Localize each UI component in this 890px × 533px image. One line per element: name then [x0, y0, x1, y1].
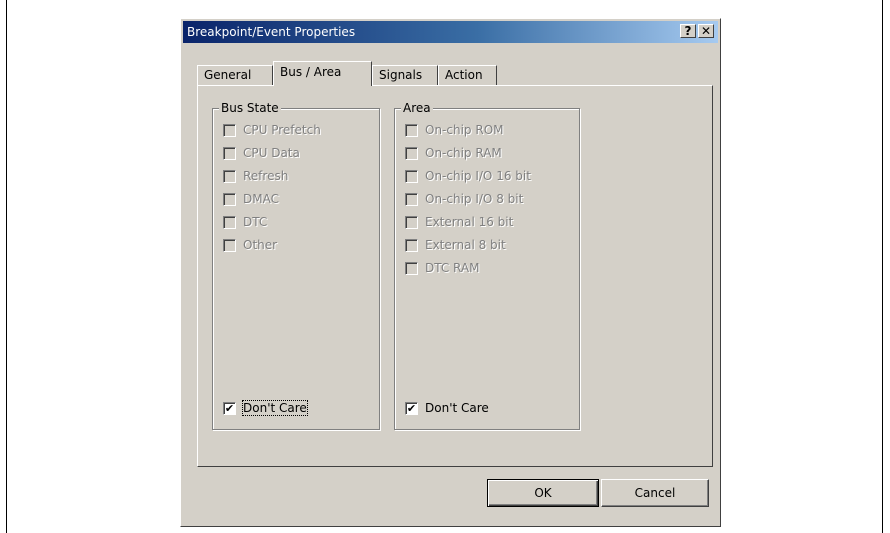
page-border-right [882, 0, 883, 533]
ok-button[interactable]: OK [487, 479, 599, 507]
checkbox-label: On-chip I/O 16 bit [425, 169, 531, 183]
close-button[interactable]: ✕ [698, 24, 714, 38]
checkbox-box [223, 147, 236, 160]
checkbox-box [223, 193, 236, 206]
checkbox-box [405, 124, 418, 137]
checkbox-label: DTC [243, 215, 268, 229]
tab-signals[interactable]: Signals [372, 65, 438, 85]
checkbox-label: On-chip I/O 8 bit [425, 192, 524, 206]
tab-action[interactable]: Action [438, 65, 497, 85]
page-border-left [6, 0, 7, 533]
checkbox-label[interactable]: Don't Care [242, 400, 308, 416]
area-legend: Area [401, 101, 433, 115]
checkbox-label: External 8 bit [425, 238, 506, 252]
tab-general[interactable]: General [197, 65, 273, 85]
checkbox-label: On-chip RAM [425, 146, 502, 160]
checkbox-label: On-chip ROM [425, 123, 504, 137]
bus-state-legend: Bus State [219, 101, 281, 115]
checkbox-box [405, 147, 418, 160]
checkbox-label: CPU Data [243, 146, 300, 160]
help-button[interactable]: ? [680, 24, 696, 38]
checkbox-label[interactable]: Don't Care [425, 401, 489, 415]
checkbox-box [223, 170, 236, 183]
checkbox-box [405, 216, 418, 229]
checkbox-label: DMAC [243, 192, 279, 206]
checkbox-box [405, 170, 418, 183]
area-group: Area On-chip ROM On-chip RAM On-chip I/O… [394, 101, 580, 430]
checkbox-box [223, 216, 236, 229]
checkbox-box [405, 262, 418, 275]
check-mark-icon[interactable]: ✔ [405, 402, 418, 415]
checkbox-label: DTC RAM [425, 261, 480, 275]
checkbox-label: Refresh [243, 169, 289, 183]
title-bar[interactable]: Breakpoint/Event Properties ? ✕ [183, 21, 718, 43]
checkbox-label: CPU Prefetch [243, 123, 321, 137]
check-mark-icon[interactable]: ✔ [223, 402, 236, 415]
checkbox-box [405, 193, 418, 206]
bus-area-panel: Bus State CPU Prefetch CPU Data Refresh … [197, 85, 713, 467]
cancel-button[interactable]: Cancel [601, 479, 709, 507]
dialog-title: Breakpoint/Event Properties [187, 25, 356, 39]
checkbox-box [405, 239, 418, 252]
checkbox-label: External 16 bit [425, 215, 514, 229]
checkbox-box [223, 239, 236, 252]
bus-state-group: Bus State CPU Prefetch CPU Data Refresh … [212, 101, 380, 430]
tab-bus-area[interactable]: Bus / Area [273, 61, 372, 86]
breakpoint-properties-dialog: Breakpoint/Event Properties ? ✕ General … [180, 18, 721, 527]
checkbox-label: Other [243, 238, 278, 252]
checkbox-box [223, 124, 236, 137]
